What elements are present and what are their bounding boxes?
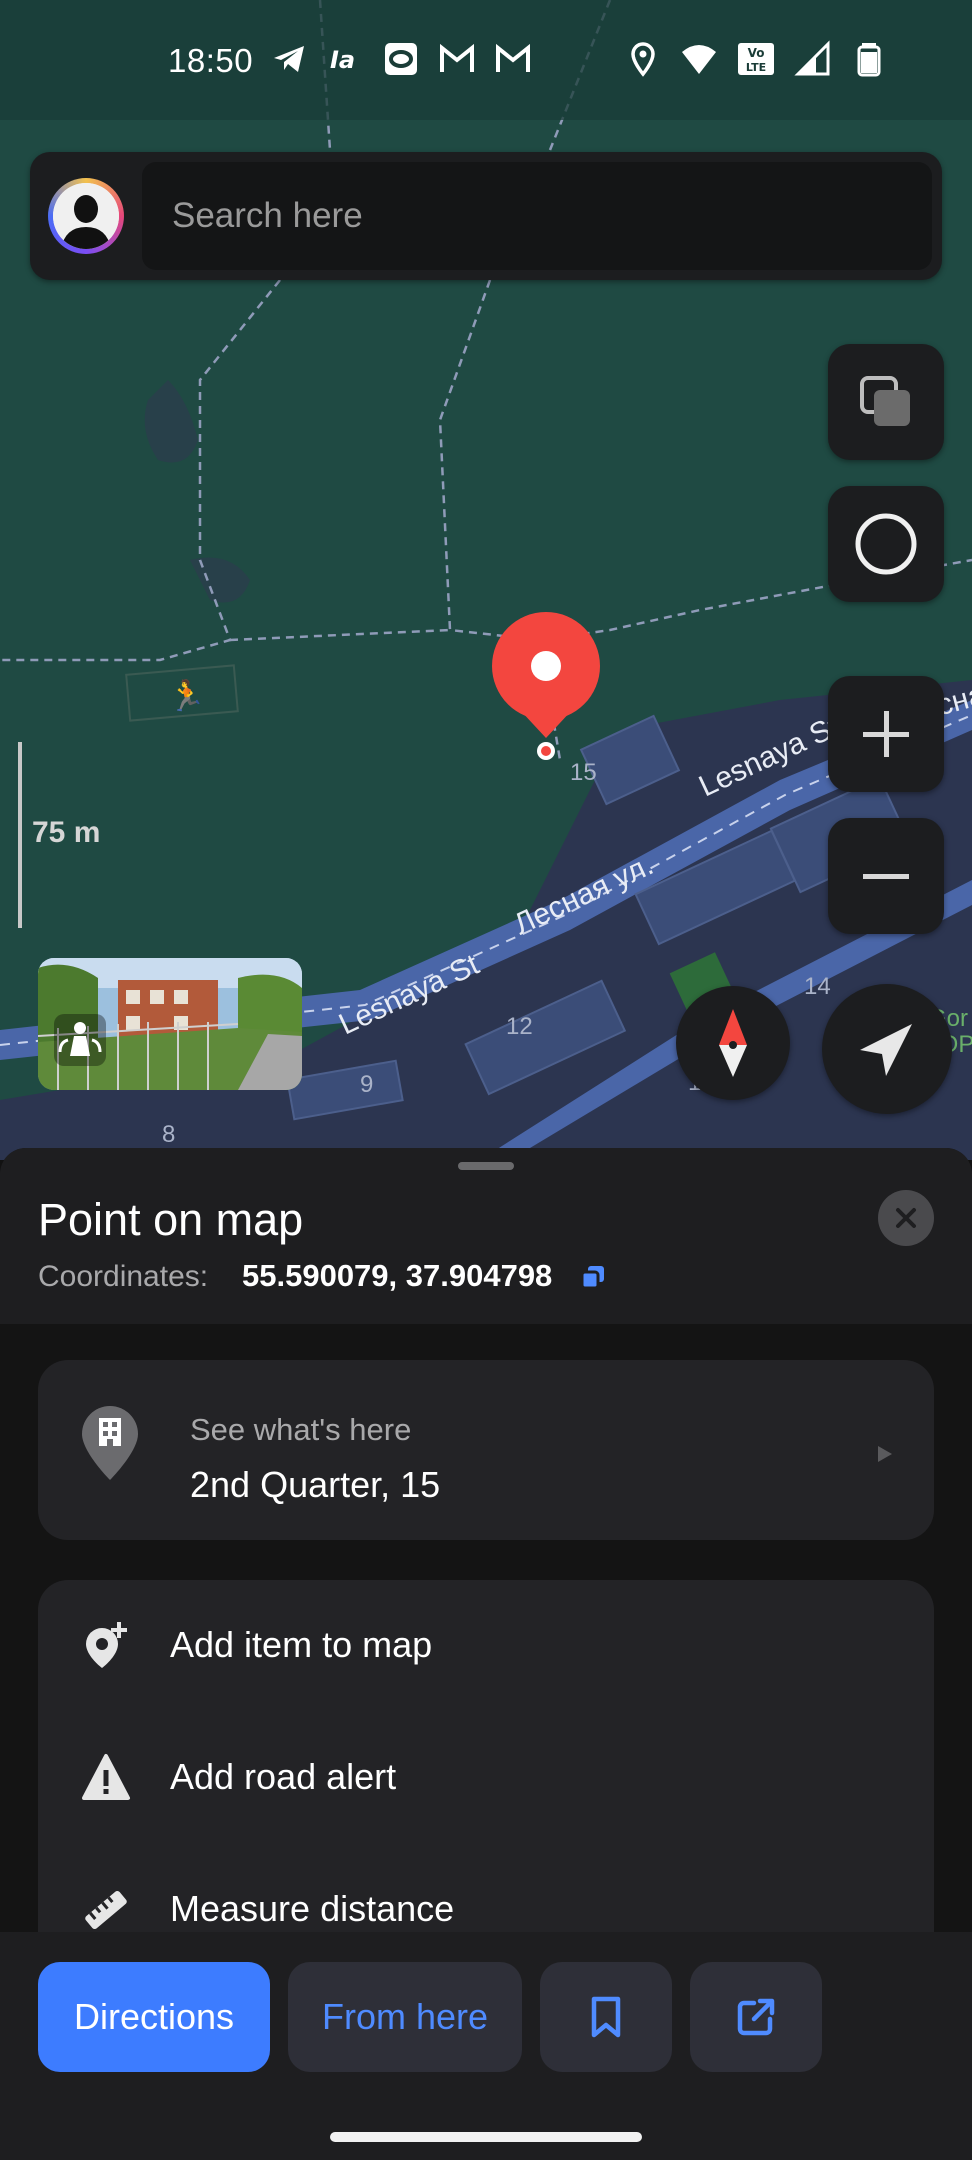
navigate-icon (860, 1024, 912, 1076)
svg-text:Vo: Vo (748, 46, 765, 60)
close-button[interactable] (878, 1190, 934, 1246)
gmail-icon (496, 43, 530, 72)
sheet-title: Point on map (38, 1194, 304, 1245)
place-address: 2nd Quarter, 15 (190, 1464, 441, 1505)
pedestrian-icon: 🏃 (168, 678, 205, 714)
panorama-image (38, 958, 302, 1090)
house-number: 15 (570, 759, 597, 786)
copy-icon[interactable] (580, 1264, 606, 1290)
bookmark-button[interactable] (540, 1962, 672, 2072)
house-number: 14 (804, 973, 831, 1000)
zoom-out-icon (863, 874, 909, 879)
see-whats-here-card[interactable]: See what's here 2nd Quarter, 15 (38, 1360, 934, 1540)
svg-text:Ia: Ia (330, 46, 355, 74)
compass-icon (719, 1009, 747, 1077)
coordinates-value[interactable]: 55.590079, 37.904798 (242, 1258, 552, 1294)
zoom-in-button[interactable] (828, 676, 944, 792)
zoom-in-icon (863, 711, 909, 757)
add-place-icon (86, 1622, 127, 1668)
house-number: 9 (360, 1071, 373, 1098)
home-indicator[interactable] (330, 2132, 642, 2142)
panorama-thumbnail[interactable] (38, 958, 302, 1090)
svg-text:LTE: LTE (746, 61, 766, 74)
telegram-icon (274, 46, 304, 72)
scale-label: 75 m (32, 816, 101, 849)
bookmark-icon (591, 1996, 621, 2038)
alert-icon (82, 1754, 130, 1800)
action-label: Add road alert (170, 1756, 397, 1797)
user-icon (53, 183, 119, 249)
wifi-icon (682, 45, 716, 74)
add-item-to-map-row[interactable]: Add item to map (38, 1580, 934, 1712)
action-label: Add item to map (170, 1624, 433, 1665)
from-here-button[interactable]: From here (288, 1962, 522, 2072)
ruler-icon (85, 1890, 127, 1930)
share-button[interactable] (690, 1962, 822, 2072)
gmail-icon (440, 43, 474, 72)
share-icon (737, 1998, 775, 2036)
search-input[interactable] (142, 162, 932, 270)
map-view[interactable]: 🏃 Lesnaya St Лесная ул. Lesnaya St Лесна… (0, 0, 972, 1160)
app-icon (385, 43, 417, 75)
coordinates-label: Coordinates: (38, 1260, 209, 1293)
house-number: 8 (162, 1121, 175, 1148)
place-subtitle: See what's here (190, 1412, 412, 1447)
add-road-alert-row[interactable]: Add road alert (38, 1712, 934, 1844)
bottom-sheet: Point on map Coordinates: 55.590079, 37.… (0, 1148, 972, 2160)
sheet-header: Point on map Coordinates: 55.590079, 37.… (0, 1148, 972, 1324)
signal-icon (794, 40, 830, 76)
drag-handle[interactable] (458, 1162, 514, 1170)
building-pin-icon (82, 1406, 138, 1480)
avatar[interactable] (48, 178, 124, 254)
layers-icon (860, 376, 910, 426)
ia-icon: Ia (330, 46, 355, 74)
status-time: 18:50 (168, 42, 254, 79)
action-label: Measure distance (170, 1888, 455, 1929)
compass-button[interactable] (676, 986, 790, 1100)
zoom-out-button[interactable] (828, 818, 944, 934)
bottom-action-bar: Directions From here (0, 1932, 972, 2160)
close-icon (896, 1208, 916, 1228)
directions-button[interactable]: Directions (38, 1962, 270, 2072)
location-icon (631, 42, 655, 77)
chevron-right-icon (878, 1446, 892, 1462)
navigate-button[interactable] (822, 984, 952, 1114)
status-bar: 18:50 Ia Vo LTE (0, 0, 972, 120)
search-bar (30, 152, 942, 280)
scale-bar (18, 742, 22, 928)
layers-button[interactable] (828, 344, 944, 460)
battery-icon (857, 43, 881, 77)
ring-icon (855, 513, 917, 575)
house-number: 12 (506, 1013, 533, 1040)
ring-button[interactable] (828, 486, 944, 602)
volte-icon: VoLTE (738, 43, 774, 75)
